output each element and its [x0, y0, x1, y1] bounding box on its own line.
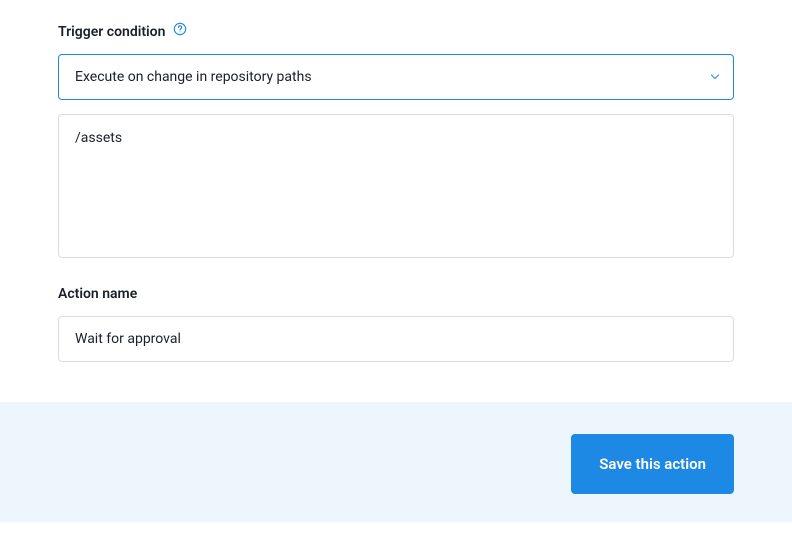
action-name-field-group: Action name: [58, 286, 734, 362]
form-area: Trigger condition Execute on change in r…: [0, 0, 792, 402]
help-icon[interactable]: [173, 22, 187, 36]
trigger-select[interactable]: Execute on change in repository paths: [58, 54, 734, 100]
trigger-paths-textarea[interactable]: [58, 114, 734, 258]
trigger-label-row: Trigger condition: [58, 24, 734, 40]
chevron-down-icon: [711, 75, 719, 80]
action-name-label-row: Action name: [58, 286, 734, 302]
footer-bar: Save this action: [0, 402, 792, 522]
action-name-label: Action name: [58, 286, 137, 302]
action-name-input[interactable]: [58, 316, 734, 362]
trigger-label: Trigger condition: [58, 24, 165, 40]
trigger-field-group: Trigger condition Execute on change in r…: [58, 24, 734, 262]
trigger-select-value: Execute on change in repository paths: [75, 69, 312, 85]
save-button[interactable]: Save this action: [571, 434, 734, 494]
